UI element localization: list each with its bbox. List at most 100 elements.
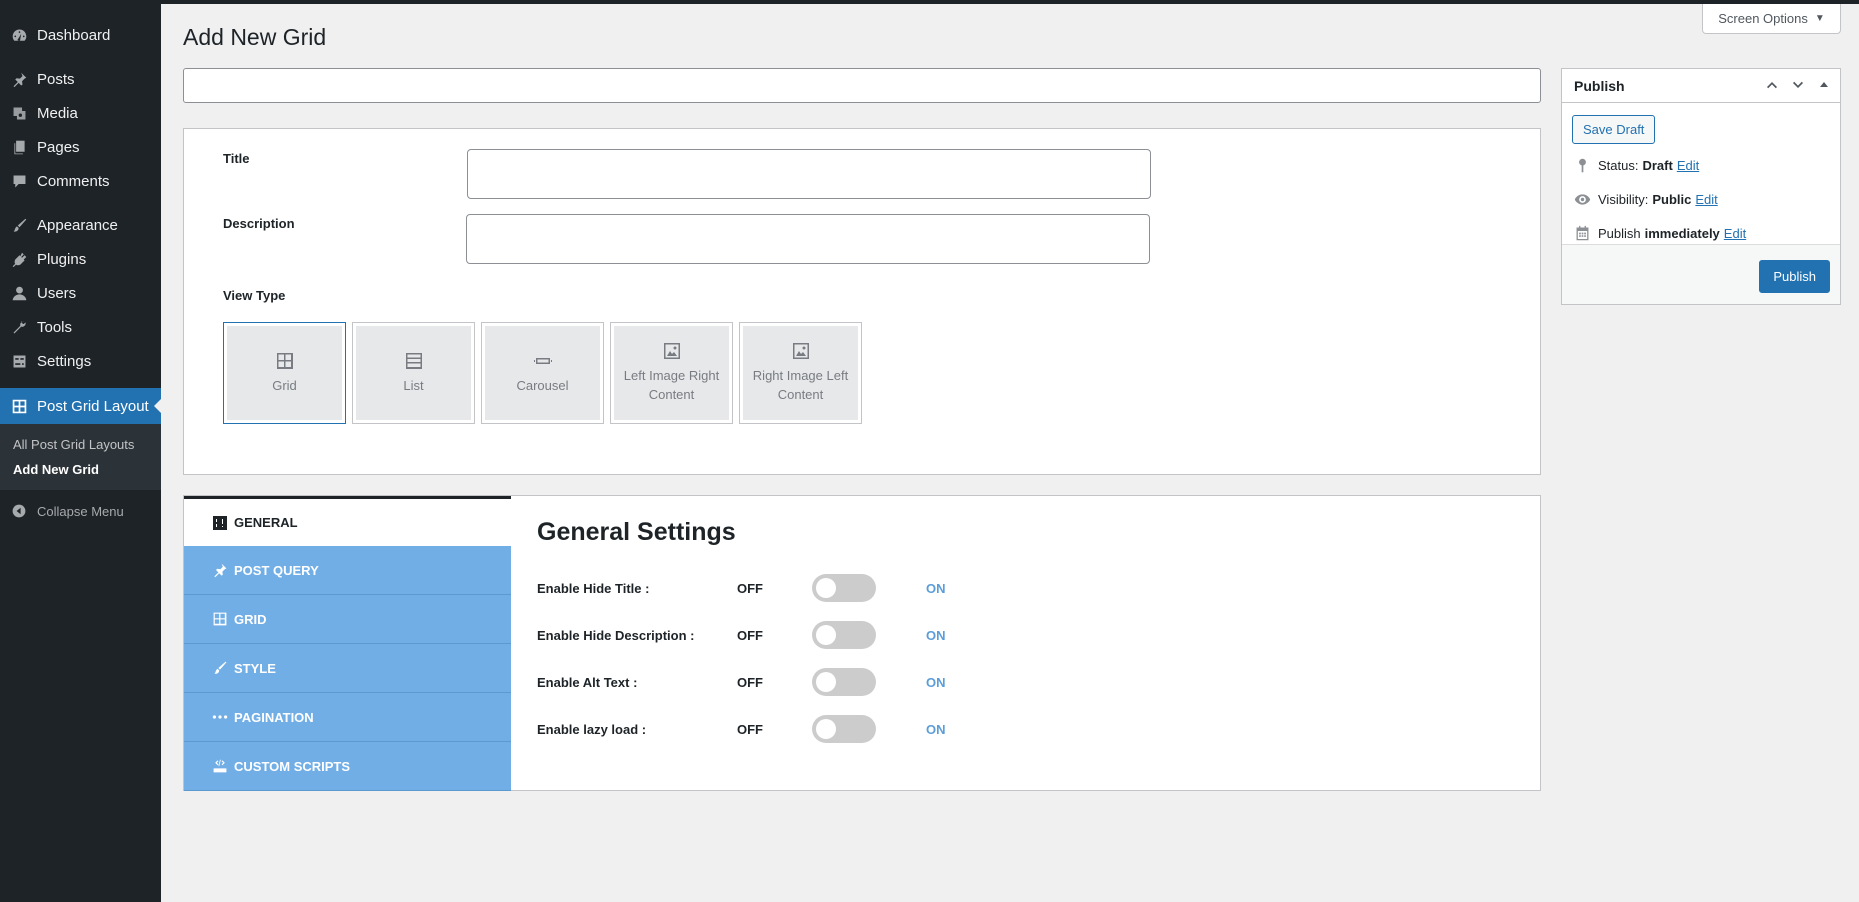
- alt-text-toggle[interactable]: [812, 668, 876, 696]
- toggle-knob: [816, 672, 836, 692]
- image-icon: [663, 343, 680, 360]
- calendar-icon: [1572, 223, 1592, 243]
- view-type-label-text: Right Image Left Content: [752, 368, 849, 402]
- list-icon: [405, 352, 422, 369]
- submenu-all-post-grid-layouts[interactable]: All Post Grid Layouts: [0, 432, 161, 457]
- settings-panel: GENERAL POST QUERY GRID STYLE PAGINATION…: [183, 495, 1541, 791]
- setting-row-hide-title: Enable Hide Title : OFF ON: [537, 574, 1037, 602]
- sidebar-item-label: Posts: [37, 70, 75, 88]
- grid-form-box: Title Description View Type Grid List Ca…: [183, 128, 1541, 475]
- view-type-label: View Type: [223, 288, 286, 303]
- dashboard-icon: [10, 26, 28, 44]
- sidebar-item-label: Settings: [37, 352, 92, 370]
- tab-custom-scripts[interactable]: CUSTOM SCRIPTS: [184, 742, 511, 791]
- eye-icon: [1572, 189, 1592, 209]
- pin-icon: [212, 562, 228, 578]
- tab-pagination[interactable]: PAGINATION: [184, 693, 511, 742]
- setting-label: Enable Hide Title :: [537, 580, 650, 596]
- description-label: Description: [223, 216, 295, 231]
- publish-box: Publish Save Draft Status: Draft Edit Vi…: [1561, 68, 1841, 305]
- sidebar-item-posts[interactable]: Posts: [0, 62, 161, 96]
- publish-box-header: Publish: [1562, 69, 1840, 103]
- edit-visibility-link[interactable]: Edit: [1695, 192, 1717, 207]
- sidebar-item-post-grid-layout[interactable]: Post Grid Layout: [0, 388, 162, 424]
- admin-menu: Dashboard Posts Media Pages Comments App…: [0, 0, 162, 528]
- sidebar-item-dashboard[interactable]: Dashboard: [0, 18, 161, 52]
- visibility-row: Visibility: Public Edit: [1572, 189, 1718, 209]
- publish-button[interactable]: Publish: [1759, 260, 1830, 293]
- hide-title-toggle[interactable]: [812, 574, 876, 602]
- collapse-menu-button[interactable]: Collapse Menu: [0, 494, 161, 528]
- tab-label: PAGINATION: [234, 709, 314, 725]
- tab-grid[interactable]: GRID: [184, 595, 511, 644]
- sidebar-item-label: Appearance: [37, 216, 118, 234]
- pin-icon: [10, 70, 28, 88]
- tab-label: CUSTOM SCRIPTS: [234, 758, 351, 774]
- sidebar-item-plugins[interactable]: Plugins: [0, 242, 161, 276]
- sidebar-item-tools[interactable]: Tools: [0, 310, 161, 344]
- setting-label: Enable lazy load :: [537, 721, 647, 737]
- toggle-knob: [816, 719, 836, 739]
- publish-label: Publish: [1598, 225, 1641, 241]
- plugin-icon: [10, 250, 28, 268]
- view-type-label-text: List: [403, 377, 424, 393]
- toggle-panel-icon[interactable]: [1816, 77, 1832, 93]
- sidebar-item-media[interactable]: Media: [0, 96, 161, 130]
- description-field[interactable]: [466, 214, 1150, 264]
- view-type-list[interactable]: List: [352, 322, 475, 424]
- title-field[interactable]: [467, 149, 1151, 199]
- tab-style[interactable]: STYLE: [184, 644, 511, 693]
- comment-icon: [10, 172, 28, 190]
- screen-options-button[interactable]: Screen Options ▼: [1702, 4, 1841, 34]
- view-type-options: Grid List Carousel Left Image Right Cont…: [223, 322, 862, 424]
- post-title-input[interactable]: [183, 68, 1541, 103]
- view-type-grid[interactable]: Grid: [223, 322, 346, 424]
- edit-status-link[interactable]: Edit: [1677, 158, 1699, 173]
- sidebar-item-appearance[interactable]: Appearance: [0, 208, 161, 242]
- grid-icon: [10, 397, 28, 415]
- tab-label: STYLE: [234, 660, 276, 676]
- sidebar-item-label: Pages: [37, 138, 80, 156]
- tab-label: POST QUERY: [234, 562, 319, 578]
- publish-heading: Publish: [1574, 77, 1625, 94]
- save-draft-button[interactable]: Save Draft: [1572, 115, 1656, 144]
- setting-row-lazy-load: Enable lazy load : OFF ON: [537, 715, 1037, 743]
- tab-label: GRID: [234, 611, 267, 627]
- chevron-up-icon[interactable]: [1764, 77, 1780, 93]
- ellipsis-icon: [212, 709, 228, 725]
- edit-publish-date-link[interactable]: Edit: [1724, 226, 1746, 241]
- brush-icon: [212, 660, 228, 676]
- view-type-right-image-left-content[interactable]: Right Image Left Content: [739, 322, 862, 424]
- publish-date-row: Publish immediately Edit: [1572, 223, 1746, 243]
- sidebar-item-settings[interactable]: Settings: [0, 344, 161, 378]
- tab-general[interactable]: GENERAL: [184, 496, 511, 546]
- lazy-load-toggle[interactable]: [812, 715, 876, 743]
- setting-label: Enable Alt Text :: [537, 674, 638, 690]
- on-label: ON: [926, 721, 946, 737]
- collapse-menu-label: Collapse Menu: [37, 503, 124, 519]
- sidebar-item-label: Users: [37, 284, 77, 302]
- off-label: OFF: [737, 627, 763, 643]
- carousel-icon: [533, 357, 552, 364]
- off-label: OFF: [737, 721, 763, 737]
- hide-description-toggle[interactable]: [812, 621, 876, 649]
- toggle-knob: [816, 625, 836, 645]
- sidebar-item-label: Plugins: [37, 250, 87, 268]
- view-type-left-image-right-content[interactable]: Left Image Right Content: [610, 322, 733, 424]
- chevron-down-icon[interactable]: [1790, 77, 1806, 93]
- status-row: Status: Draft Edit: [1572, 155, 1699, 175]
- submenu-add-new-grid[interactable]: Add New Grid: [0, 457, 161, 482]
- pages-icon: [10, 138, 28, 156]
- view-type-label-text: Grid: [272, 377, 297, 393]
- sidebar-item-comments[interactable]: Comments: [0, 164, 161, 198]
- grid-icon: [276, 352, 293, 369]
- view-type-carousel[interactable]: Carousel: [481, 322, 604, 424]
- admin-sidebar: Dashboard Posts Media Pages Comments App…: [0, 0, 162, 902]
- visibility-value: Public: [1652, 191, 1692, 207]
- sidebar-item-label: Comments: [37, 172, 110, 190]
- media-icon: [10, 104, 28, 122]
- sidebar-item-users[interactable]: Users: [0, 276, 161, 310]
- tab-post-query[interactable]: POST QUERY: [184, 546, 511, 595]
- setting-row-hide-description: Enable Hide Description : OFF ON: [537, 621, 1037, 649]
- sidebar-item-pages[interactable]: Pages: [0, 130, 161, 164]
